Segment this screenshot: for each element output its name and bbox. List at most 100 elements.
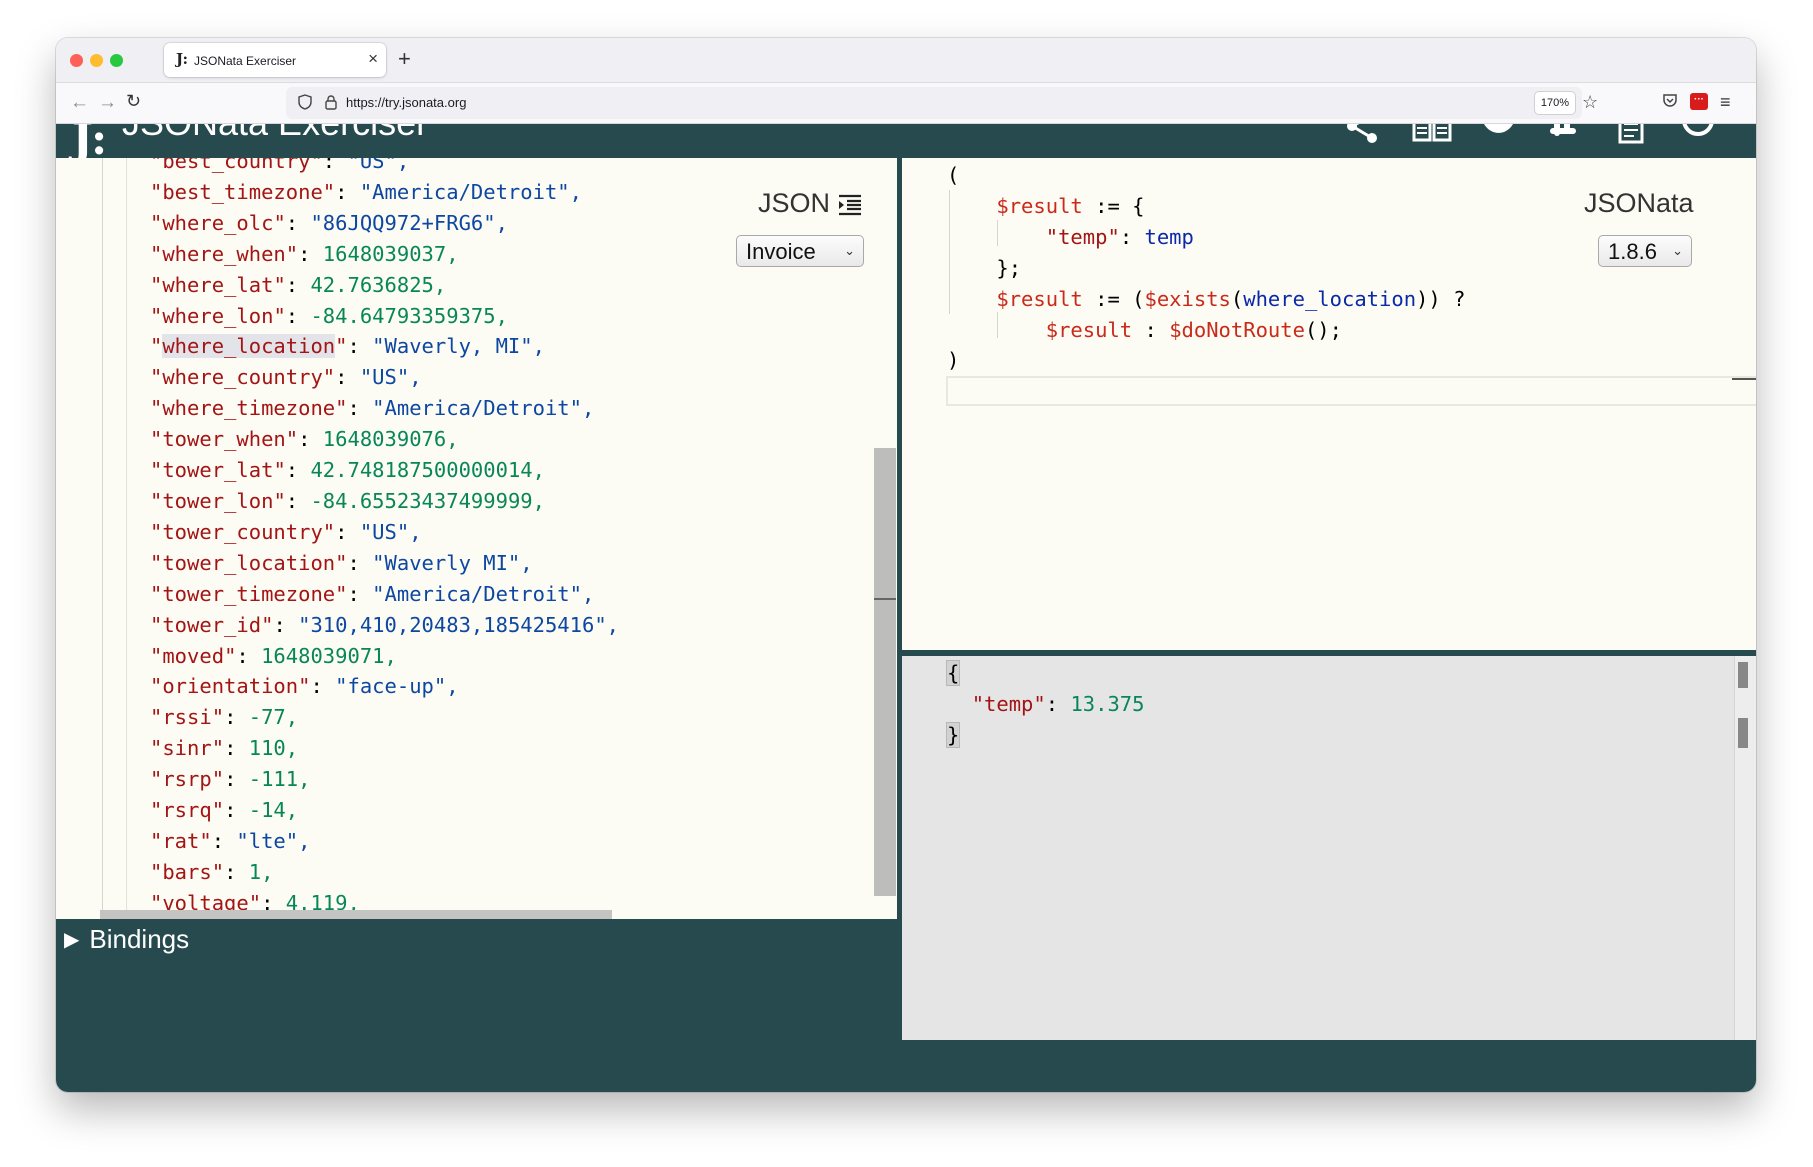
close-tab-icon[interactable]: ×: [368, 49, 378, 69]
result-output: { "temp": 13.375 }: [902, 656, 1756, 1040]
new-tab-icon[interactable]: +: [398, 46, 411, 72]
json-key: rat: [162, 828, 200, 853]
json-quote: ": [150, 365, 163, 390]
json-quote: ": [273, 488, 286, 513]
json-separator: :: [285, 458, 311, 483]
horizontal-scrollbar[interactable]: [100, 910, 612, 919]
pocket-icon[interactable]: [1662, 94, 1678, 108]
json-value: 1,: [248, 859, 274, 884]
json-quote: ": [310, 158, 323, 173]
close-window-button[interactable]: [70, 54, 83, 67]
json-key: best_timezone: [162, 179, 323, 204]
json-key: tower_lon: [162, 488, 274, 513]
app-content: J: JSONata Exerciser "best_country": "US…: [56, 124, 1756, 1092]
menu-icon[interactable]: ≡: [1720, 92, 1731, 113]
json-quote: ": [150, 767, 163, 792]
json-quote: ": [211, 798, 225, 823]
json-quote: ": [150, 396, 163, 421]
json-quote: ": [150, 334, 163, 359]
json-separator: :: [273, 612, 299, 637]
bindings-label: Bindings: [89, 924, 190, 954]
url-bar[interactable]: https://try.jsonata.org 170% ☆: [286, 87, 1598, 119]
json-separator: :: [298, 427, 323, 452]
json-separator: :: [347, 581, 373, 606]
json-value: -84.65523437499999,: [310, 488, 545, 513]
bindings-toggle[interactable]: ▶ Bindings: [64, 924, 189, 955]
sample-select[interactable]: Invoice ⌄: [736, 235, 864, 267]
json-quote: ": [285, 241, 299, 266]
json-line: "rsrp": -111,: [150, 764, 619, 795]
code-variable: $result: [1045, 317, 1133, 342]
code-operator: :: [1132, 317, 1170, 342]
json-key: tower_id: [162, 612, 262, 637]
zoom-window-button[interactable]: [110, 54, 123, 67]
json-key: where_when: [162, 241, 286, 266]
json-separator: :: [347, 550, 373, 575]
vertical-scrollbar[interactable]: [874, 448, 896, 896]
json-quote: ": [322, 365, 336, 390]
result-code: { "temp": 13.375 }: [945, 660, 1145, 748]
json-value: "US",: [359, 519, 422, 544]
result-close-brace: }: [945, 721, 961, 748]
json-value: 1648039037,: [322, 241, 459, 266]
json-separator: :: [224, 705, 249, 730]
forward-icon[interactable]: →: [98, 92, 117, 114]
github-icon[interactable]: [1678, 124, 1718, 150]
json-quote: ": [150, 674, 163, 699]
zoom-level-badge[interactable]: 170%: [1534, 91, 1576, 115]
version-select[interactable]: 1.8.6 ⌄: [1598, 235, 1692, 267]
json-quote: ": [150, 828, 163, 853]
notes-icon[interactable]: [1612, 124, 1652, 150]
url-text: https://try.jsonata.org: [346, 95, 467, 110]
lock-icon[interactable]: [324, 94, 338, 110]
json-quote: ": [298, 674, 311, 699]
share-icon[interactable]: [1342, 124, 1382, 150]
json-line: "rat": "lte",: [150, 826, 619, 857]
json-value: "Waverly MI",: [372, 550, 533, 575]
star-icon[interactable]: ☆: [1582, 92, 1598, 113]
json-key: where_location: [162, 334, 336, 359]
json-code[interactable]: "best_country": "US", "best_timezone": "A…: [150, 158, 619, 919]
minimize-window-button[interactable]: [90, 54, 103, 67]
json-quote: ": [322, 179, 336, 204]
json-line: "where_lat": 42.7636825,: [150, 270, 619, 301]
app-header: J: JSONata Exerciser: [56, 124, 1756, 158]
format-json-icon[interactable]: [838, 194, 862, 216]
jsonata-code[interactable]: ( $result := { "temp": temp }; $result :…: [947, 160, 1465, 376]
twitter-icon[interactable]: [1480, 124, 1520, 150]
json-key: tower_timezone: [162, 581, 336, 606]
result-scrollbar[interactable]: [1734, 656, 1756, 1040]
json-line: "where_country": "US",: [150, 362, 619, 393]
json-quote: ": [150, 210, 163, 235]
json-key: rsrp: [162, 767, 212, 792]
json-quote: ": [150, 705, 163, 730]
browser-tab[interactable]: J: JSONata Exerciser ×: [164, 43, 386, 77]
json-input-editor[interactable]: "best_country": "US", "best_timezone": "A…: [56, 158, 898, 919]
json-key: where_lat: [162, 272, 274, 297]
error-message-box: [946, 376, 1756, 406]
json-key: tower_when: [162, 427, 286, 452]
json-line: "moved": 1648039071,: [150, 641, 619, 672]
back-icon[interactable]: ←: [70, 92, 89, 114]
reload-icon[interactable]: ↻: [126, 91, 141, 112]
json-value: 42.7636825,: [310, 272, 447, 297]
jsonata-logo: J:: [72, 124, 108, 158]
json-quote: ": [335, 581, 348, 606]
json-separator: :: [335, 179, 360, 204]
code-line: };: [996, 255, 1022, 280]
code-line: ): [947, 348, 960, 373]
json-quote: ": [273, 458, 286, 483]
json-key: where_timezone: [162, 396, 336, 421]
slack-icon[interactable]: [1546, 124, 1586, 150]
docs-book-icon[interactable]: [1412, 124, 1452, 150]
code-operator: )) ?: [1416, 286, 1466, 311]
jsonata-expression-editor[interactable]: ( $result := { "temp": temp }; $result :…: [902, 158, 1756, 650]
json-separator: :: [285, 303, 311, 328]
code-variable: $result: [996, 286, 1083, 311]
json-line: "tower_timezone": "America/Detroit",: [150, 579, 619, 610]
extension-icon[interactable]: ···: [1690, 93, 1708, 110]
shield-icon[interactable]: [298, 94, 312, 110]
browser-window: J: JSONata Exerciser × + ← → ↻ https://t…: [56, 38, 1756, 1092]
json-value: "lte",: [236, 828, 311, 853]
json-separator: :: [322, 158, 348, 173]
